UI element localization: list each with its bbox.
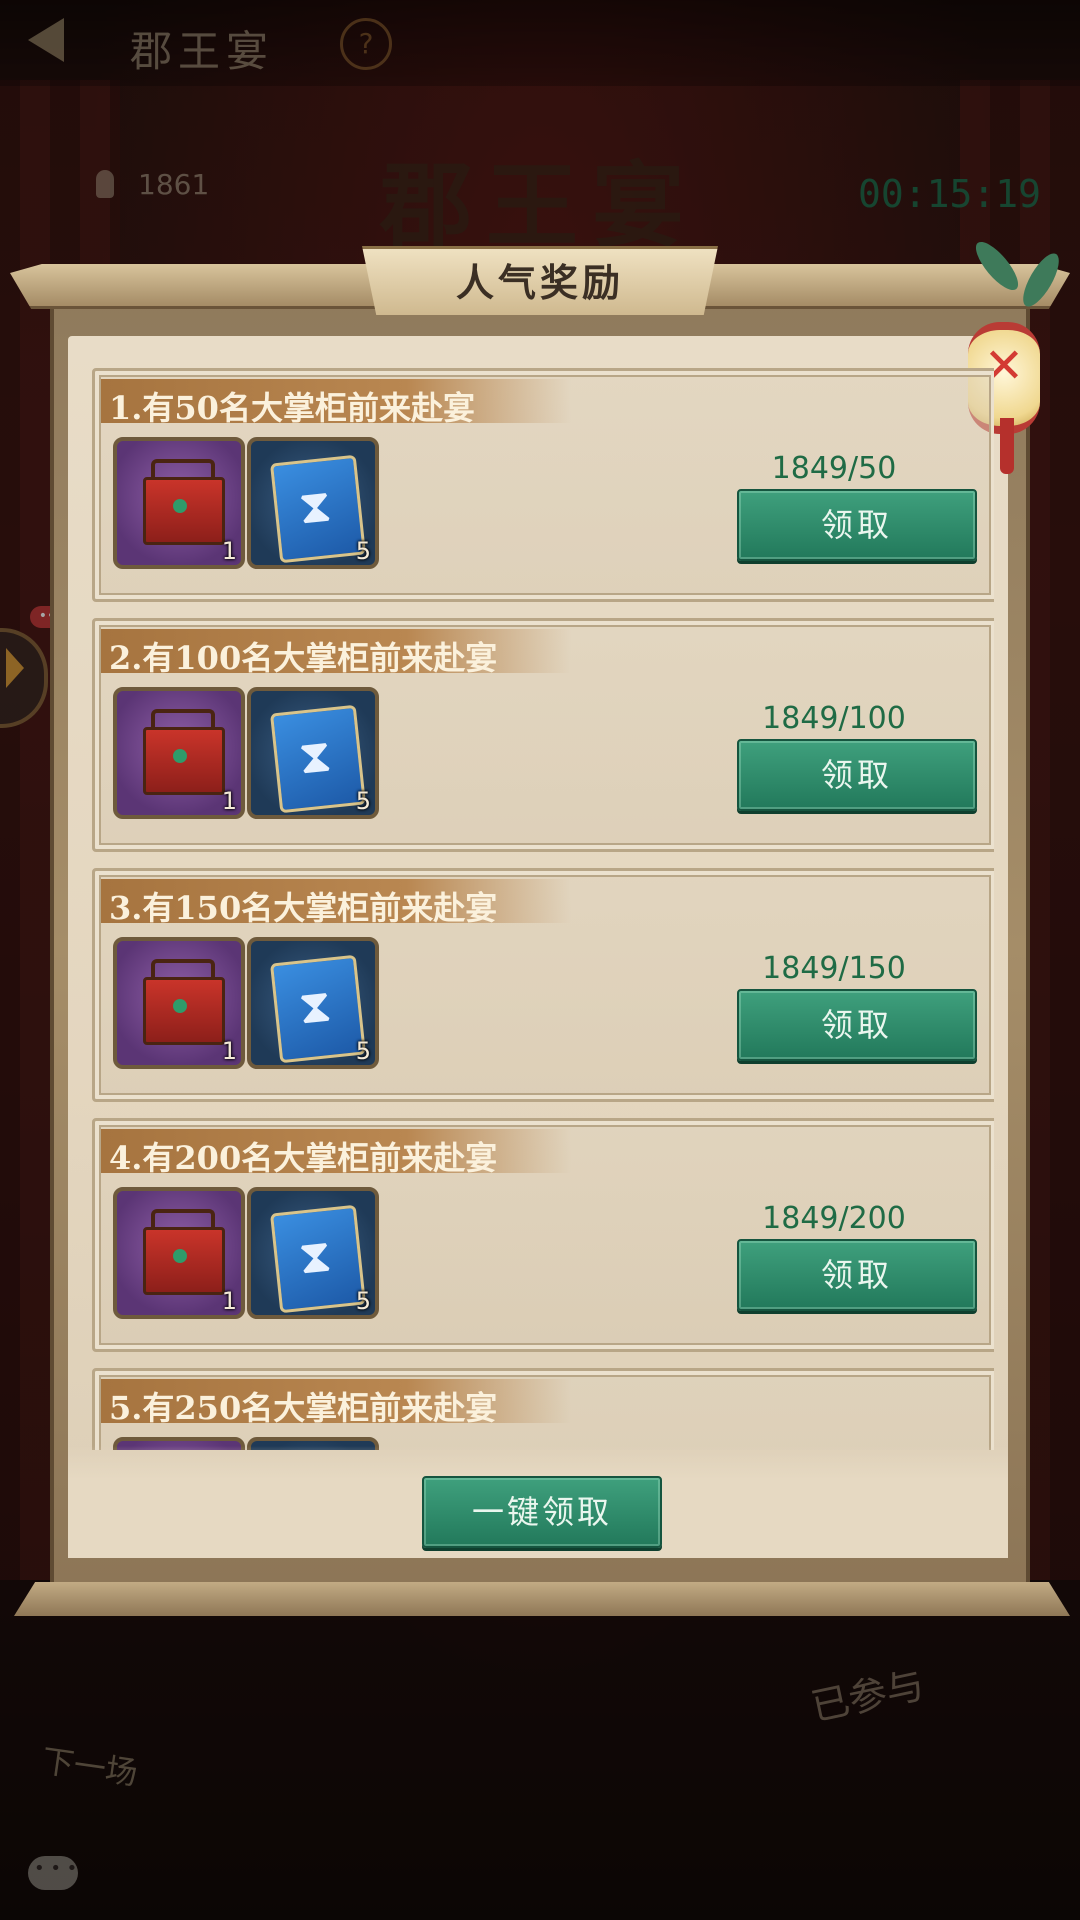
hourglass-card-item[interactable]: ⧗ 5 (247, 437, 379, 569)
hourglass-card-item[interactable]: ⧗ 5 (247, 1187, 379, 1319)
claim-button[interactable]: 领取 (737, 489, 977, 561)
item-quantity: 5 (355, 1037, 371, 1065)
reward-card: 3.有150名大掌柜前来赴宴 1 ⧗ 5 1849/150 领取 (92, 868, 994, 1102)
reward-list[interactable]: 1.有50名大掌柜前来赴宴 1 ⧗ 5 1849/50 领取 2.有100名大掌… (92, 368, 994, 1450)
item-quantity: 1 (221, 537, 237, 565)
reward-title: 3.有150名大掌柜前来赴宴 (109, 889, 498, 927)
claim-button[interactable]: 领取 (737, 1239, 977, 1311)
hourglass-icon: ⧗ (296, 477, 334, 535)
item-quantity: 5 (355, 537, 371, 565)
item-quantity: 5 (355, 787, 371, 815)
reward-title: 5.有250名大掌柜前来赴宴 (109, 1389, 498, 1427)
claim-button[interactable]: 领取 (737, 989, 977, 1061)
reward-progress: 1849/200 (762, 1201, 906, 1236)
treasure-chest-item[interactable]: 1 (113, 1187, 245, 1319)
treasure-chest-item[interactable]: 1 (113, 437, 245, 569)
popup-bottom-beam (14, 1582, 1070, 1616)
reward-progress: 1849/100 (762, 701, 906, 736)
hourglass-icon: ⧗ (296, 727, 334, 785)
hourglass-card-item[interactable]: ⧗ 5 (247, 937, 379, 1069)
reward-progress: 1849/50 (771, 451, 897, 486)
hourglass-icon: ⧗ (296, 977, 334, 1035)
reward-title: 1.有50名大掌柜前来赴宴 (109, 389, 475, 427)
item-quantity: 1 (221, 1037, 237, 1065)
claim-button[interactable]: 领取 (737, 739, 977, 811)
popup-title: 人气奖励 (455, 260, 624, 305)
treasure-chest-item[interactable]: 1 (113, 687, 245, 819)
hourglass-card-item[interactable]: ⧗ 5 (247, 687, 379, 819)
treasure-chest-item[interactable]: 1 (113, 937, 245, 1069)
reward-card: 4.有200名大掌柜前来赴宴 1 ⧗ 5 1849/200 领取 (92, 1118, 994, 1352)
jade-knot (173, 499, 187, 513)
reward-progress: 1849/150 (762, 951, 906, 986)
reward-title: 4.有200名大掌柜前来赴宴 (109, 1139, 498, 1177)
jade-knot (173, 749, 187, 763)
reward-card: 2.有100名大掌柜前来赴宴 1 ⧗ 5 1849/100 领取 (92, 618, 994, 852)
reward-title: 2.有100名大掌柜前来赴宴 (109, 639, 498, 677)
item-quantity: 1 (221, 787, 237, 815)
jade-knot (173, 999, 187, 1013)
hourglass-icon: ⧗ (296, 1227, 334, 1285)
lantern-tassel (1000, 418, 1014, 474)
reward-card: 5.有250名大掌柜前来赴宴 (92, 1368, 994, 1450)
reward-card: 1.有50名大掌柜前来赴宴 1 ⧗ 5 1849/50 领取 (92, 368, 994, 602)
item-quantity: 5 (355, 1287, 371, 1315)
claim-all-button[interactable]: 一键领取 (422, 1476, 662, 1548)
item-quantity: 1 (221, 1287, 237, 1315)
jade-knot (173, 1249, 187, 1263)
